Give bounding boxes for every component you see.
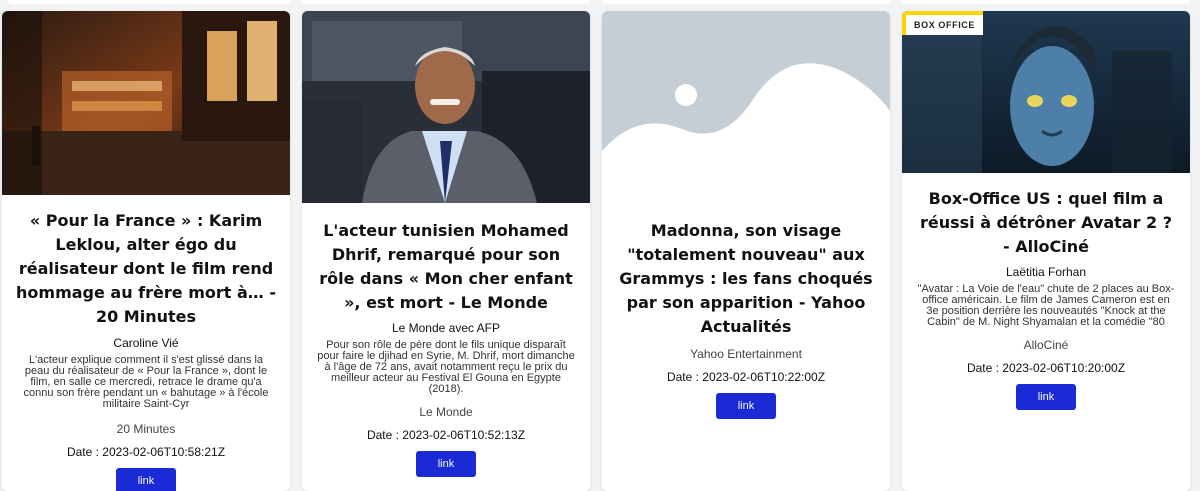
portrait-image [302,11,590,203]
article-card: « Pour la France » : Karim Leklou, alter… [2,11,290,491]
card-above-edge [602,0,890,4]
article-date: Date : 2023-02-06T10:58:21Z [66,445,226,459]
article-source: Le Monde [419,405,473,419]
article-card: Madonna, son visage "totalement nouveau"… [602,11,890,491]
article-source: Yahoo Entertainment [690,347,802,361]
article-card: L'acteur tunisien Mohamed Dhrif, remarqu… [302,11,590,491]
article-author: Le Monde avec AFP [391,321,501,335]
article-description: L'acteur explique comment il s'est gliss… [23,354,269,410]
street-scene-image [2,11,290,195]
link-button[interactable]: link [116,468,176,491]
card-above-edge [302,0,590,4]
article-author: Laëtitia Forhan [1005,265,1087,279]
article-card: BOX OFFICE Box-Office US : quel film a r… [902,11,1190,491]
article-date: Date : 2023-02-06T10:20:00Z [966,361,1126,375]
article-title[interactable]: Madonna, son visage "totalement nouveau"… [616,219,876,339]
box-office-badge: BOX OFFICE [902,11,984,35]
article-description: Pour son rôle de père dont le fils uniqu… [317,339,575,395]
article-author: Caroline Vié [113,336,179,350]
link-button[interactable]: link [1016,384,1076,410]
article-title[interactable]: « Pour la France » : Karim Leklou, alter… [16,209,276,329]
article-date: Date : 2023-02-06T10:52:13Z [366,428,526,442]
article-source: 20 Minutes [116,422,176,436]
card-above-edge [8,0,290,4]
link-button[interactable]: link [716,393,776,419]
avatar-image: BOX OFFICE [902,11,1190,173]
link-button[interactable]: link [416,451,476,477]
article-title[interactable]: L'acteur tunisien Mohamed Dhrif, remarqu… [316,219,576,315]
card-above-edge [902,0,1190,4]
article-date: Date : 2023-02-06T10:22:00Z [666,370,826,384]
article-description: "Avatar : La Voie de l'eau" chute de 2 p… [917,283,1175,328]
article-source: AlloCiné [1023,338,1069,352]
placeholder-image [602,11,890,203]
article-title[interactable]: Box-Office US : quel film a réussi à dét… [916,187,1176,259]
